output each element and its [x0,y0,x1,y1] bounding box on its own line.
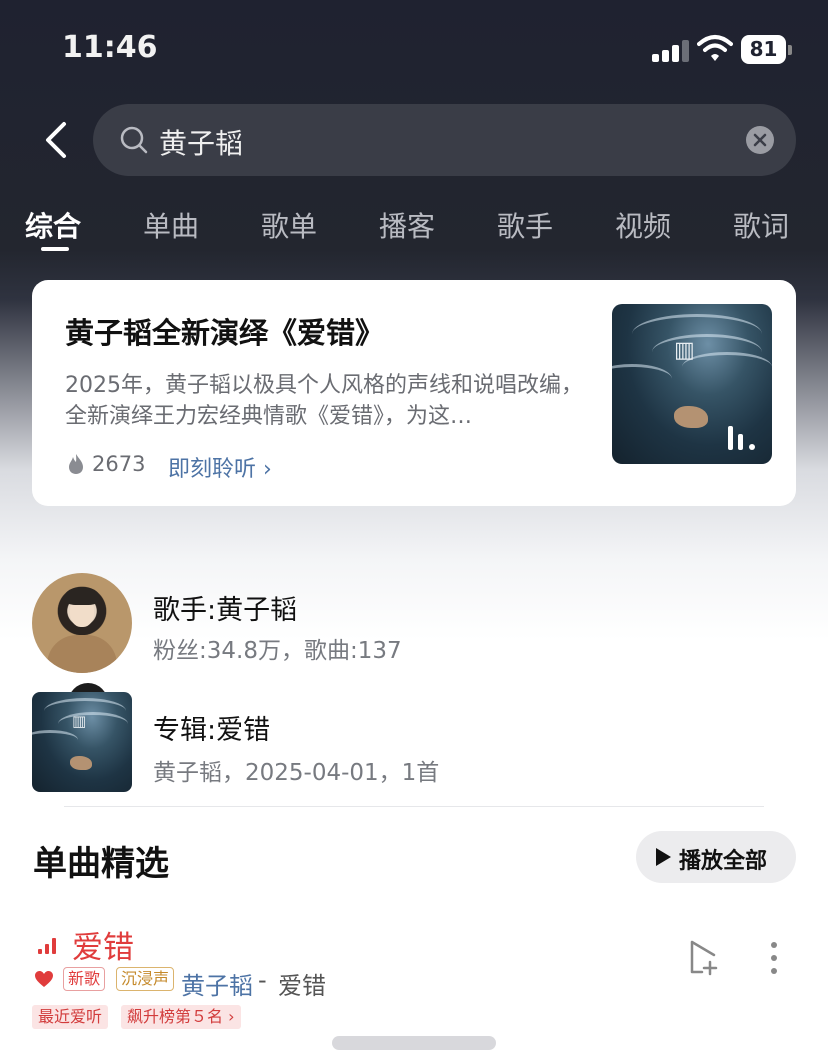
new-song-tag: 新歌 [63,967,106,991]
album-cover[interactable]: ▥ [32,692,132,792]
battery-level: 81 [741,35,786,64]
tab-artists[interactable]: 歌手 [497,205,553,245]
home-indicator [332,1036,496,1050]
featured-title: 黄子韬全新演绎《爱错》 [65,316,385,350]
battery-icon: 81 [741,35,792,64]
search-bar[interactable]: 黄子韬 [93,104,796,176]
tab-singles[interactable]: 单曲 [143,205,199,245]
search-input[interactable]: 黄子韬 [159,122,243,162]
cellular-signal-icon [652,40,689,62]
add-to-playlist-icon[interactable] [686,938,722,976]
recently-loved-badge: 最近爱听 [32,1005,109,1029]
artist-avatar[interactable] [32,573,132,673]
song-separator: - [258,966,267,994]
play-icon [656,848,671,866]
search-tabs: 综合 单曲 歌单 播客 歌手 视频 歌词 [0,200,828,260]
song-artist[interactable]: 黄子韬 [181,966,253,1001]
featured-card[interactable]: 黄子韬全新演绎《爱错》 2025年，黄子韬以极具个人风格的声线和说唱改编，全新演… [32,280,796,506]
search-icon [120,126,148,154]
heat-count: 2673 [92,452,146,476]
song-title[interactable]: 爱错 [72,922,134,967]
chevron-right-icon: › [223,1007,235,1026]
featured-description: 2025年，黄子韬以极具个人风格的声线和说唱改编，全新演绎王力宏经典情歌《爱错》… [65,373,583,429]
flame-icon [69,454,83,474]
equalizer-icon [38,936,58,954]
tab-playlists[interactable]: 歌单 [261,205,317,245]
chevron-right-icon: › [256,457,272,482]
artist-stats: 粉丝:34.8万，歌曲:137 [153,638,402,664]
listen-now-label: 即刻聆听 [168,457,257,482]
tab-lyrics[interactable]: 歌词 [733,205,789,245]
more-options-icon[interactable] [766,940,782,976]
featured-cover[interactable]: ▥ [612,304,772,464]
play-all-label: 播放全部 [679,849,768,874]
now-playing-icon [726,420,758,450]
album-meta: 黄子韬，2025-04-01，1首 [153,760,440,786]
status-bar: 11:46 81 [0,0,828,100]
section-title: 单曲精选 [33,844,169,884]
status-time: 11:46 [62,30,158,65]
rising-chart-badge[interactable]: 飙升榜第５名 › [121,1005,241,1029]
rising-chart-label: 飙升榜第５名 [127,1007,224,1026]
heart-icon[interactable] [34,970,54,988]
tab-videos[interactable]: 视频 [615,205,671,245]
album-cover-art: ▥ [32,692,132,792]
artist-name[interactable]: 歌手:黄子韬 [153,588,297,627]
back-button[interactable] [38,120,78,160]
play-all-button[interactable]: 播放全部 [636,831,796,883]
album-name[interactable]: 专辑:爱错 [153,708,270,747]
song-list-item[interactable]: 爱错 新歌 沉浸声 黄子韬 - 爱错 最近爱听 飙升榜第５名 › [0,910,828,1040]
tab-podcasts[interactable]: 播客 [379,205,435,245]
song-album: 爱错 [278,972,326,1000]
listen-now-link[interactable]: 即刻聆听 › [168,451,272,483]
clear-search-icon[interactable] [746,126,774,154]
tab-comprehensive[interactable]: 综合 [25,205,81,245]
wifi-icon [697,35,733,61]
immersive-audio-tag: 沉浸声 [116,967,175,991]
active-tab-indicator [41,247,69,251]
divider [64,806,764,807]
